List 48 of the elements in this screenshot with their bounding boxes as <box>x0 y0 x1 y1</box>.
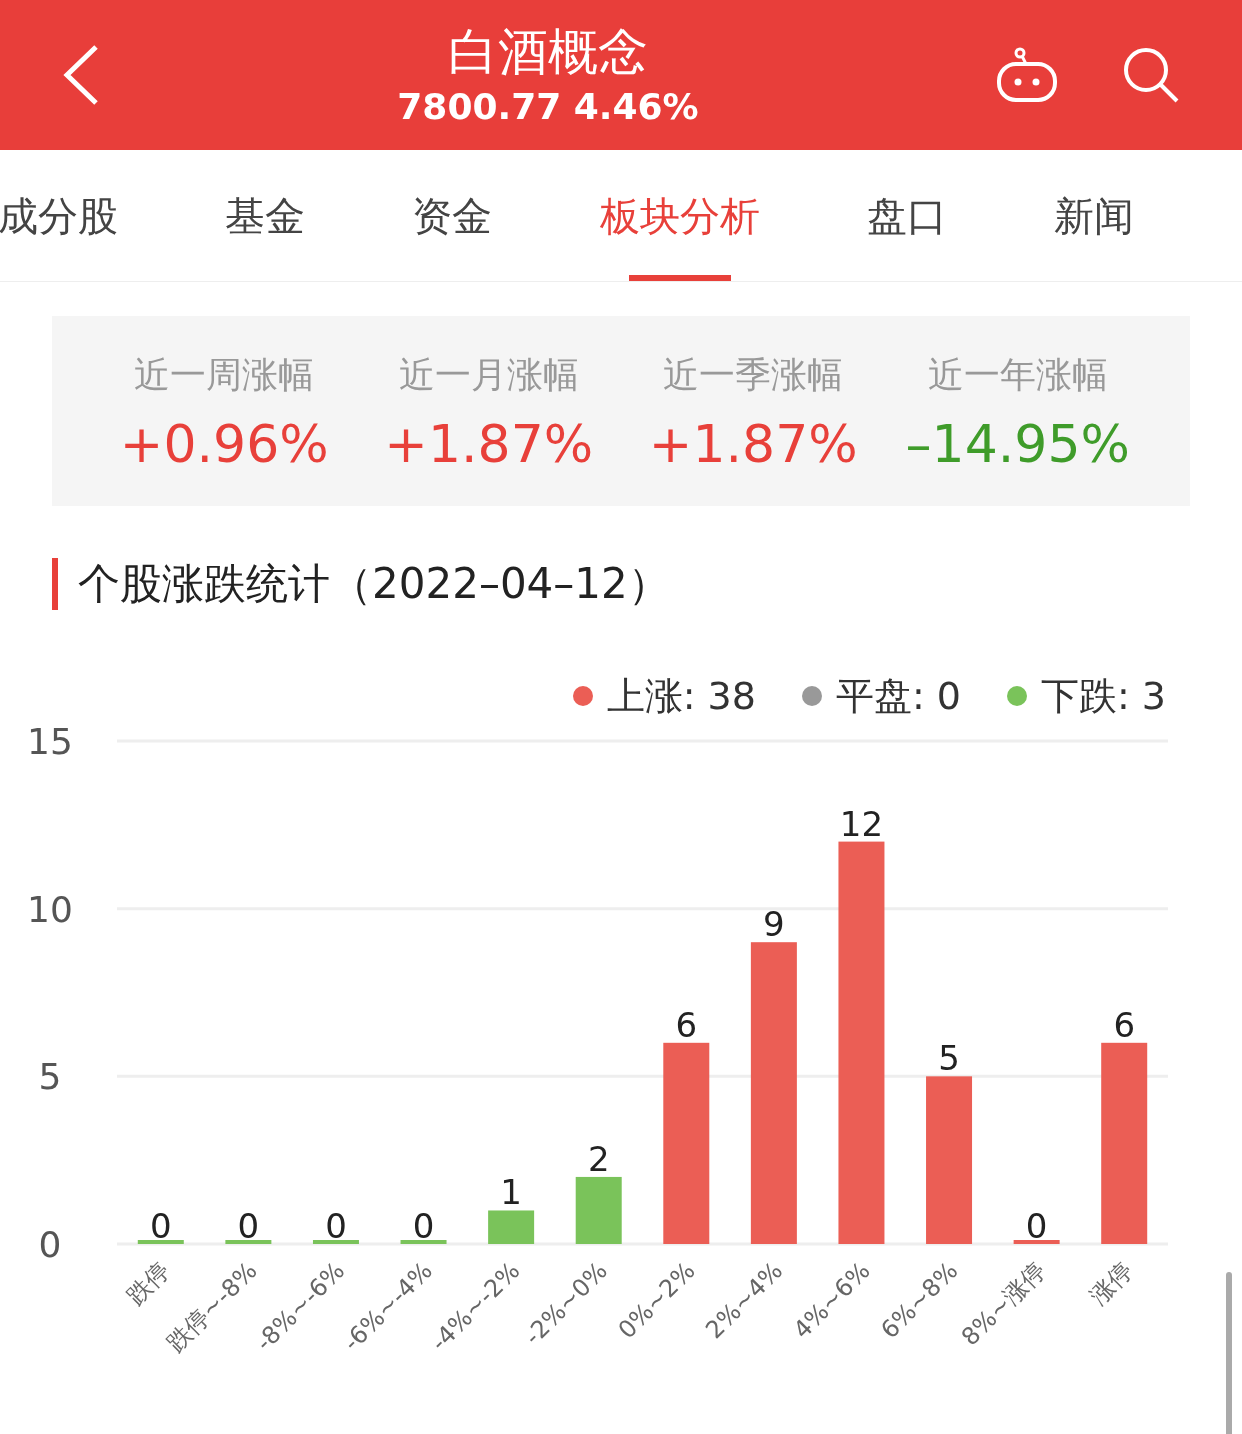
zero-bar-marker <box>1013 1240 1060 1244</box>
bar-value-label: 6 <box>675 1004 698 1045</box>
bar-value-label: 2 <box>587 1138 610 1179</box>
section-marker <box>52 557 58 610</box>
bar <box>488 1210 535 1244</box>
search-icon[interactable] <box>1122 46 1180 104</box>
index-quote: 7800.77 4.46% <box>397 85 699 129</box>
stat-value: +1.87% <box>648 414 858 474</box>
bar-value-label: 6 <box>1113 1004 1136 1045</box>
robot-icon[interactable] <box>996 47 1058 103</box>
bar-value-label: 0 <box>412 1206 435 1246</box>
bar-value-label: 0 <box>325 1206 347 1246</box>
page-title: 白酒概念 <box>448 22 648 83</box>
bar-value-label: 12 <box>839 803 884 844</box>
y-tick-label: 5 <box>38 1056 62 1098</box>
tab[interactable]: 板块分析 <box>597 150 762 281</box>
tab[interactable]: 基金 <box>223 150 308 281</box>
y-tick-label: 15 <box>27 727 73 762</box>
zero-bar-marker <box>225 1240 272 1244</box>
stat-label: 近一季涨幅 <box>663 353 844 397</box>
stat-value: +1.87% <box>384 414 594 474</box>
bar-value-label: 1 <box>500 1172 522 1213</box>
section-title: 个股涨跌统计（2022–04–12） <box>78 558 670 610</box>
bar-value-label: 0 <box>237 1206 260 1246</box>
bar-value-label: 0 <box>149 1206 172 1246</box>
legend-label: 下跌: 3 <box>1040 672 1166 720</box>
x-axis-label: 跌停 <box>121 1256 176 1311</box>
bar-value-label: 5 <box>938 1038 960 1079</box>
x-axis-label: 涨停 <box>1084 1256 1139 1311</box>
zero-bar-marker <box>137 1240 184 1244</box>
back-icon[interactable] <box>62 44 100 106</box>
tab[interactable]: 盘口 <box>864 150 949 281</box>
legend-label: 平盘: 0 <box>835 672 961 720</box>
stat-value: –14.95% <box>905 414 1130 474</box>
zero-bar-marker <box>312 1240 359 1244</box>
stat-label: 近一周涨幅 <box>134 353 315 397</box>
stat-value: +0.96% <box>119 414 329 474</box>
legend-label: 上涨: 38 <box>606 672 756 720</box>
stat-label: 近一月涨幅 <box>398 353 579 397</box>
y-tick-label: 0 <box>38 1224 62 1265</box>
bar <box>575 1176 622 1244</box>
tab[interactable]: 资金 <box>410 150 495 281</box>
y-tick-label: 10 <box>27 888 73 930</box>
bar-value-label: 0 <box>1025 1206 1048 1246</box>
bar-value-label: 9 <box>763 904 785 945</box>
zero-bar-marker <box>400 1240 447 1244</box>
tab[interactable]: 新闻 <box>1051 150 1136 281</box>
stat-label: 近一年涨幅 <box>927 353 1108 397</box>
